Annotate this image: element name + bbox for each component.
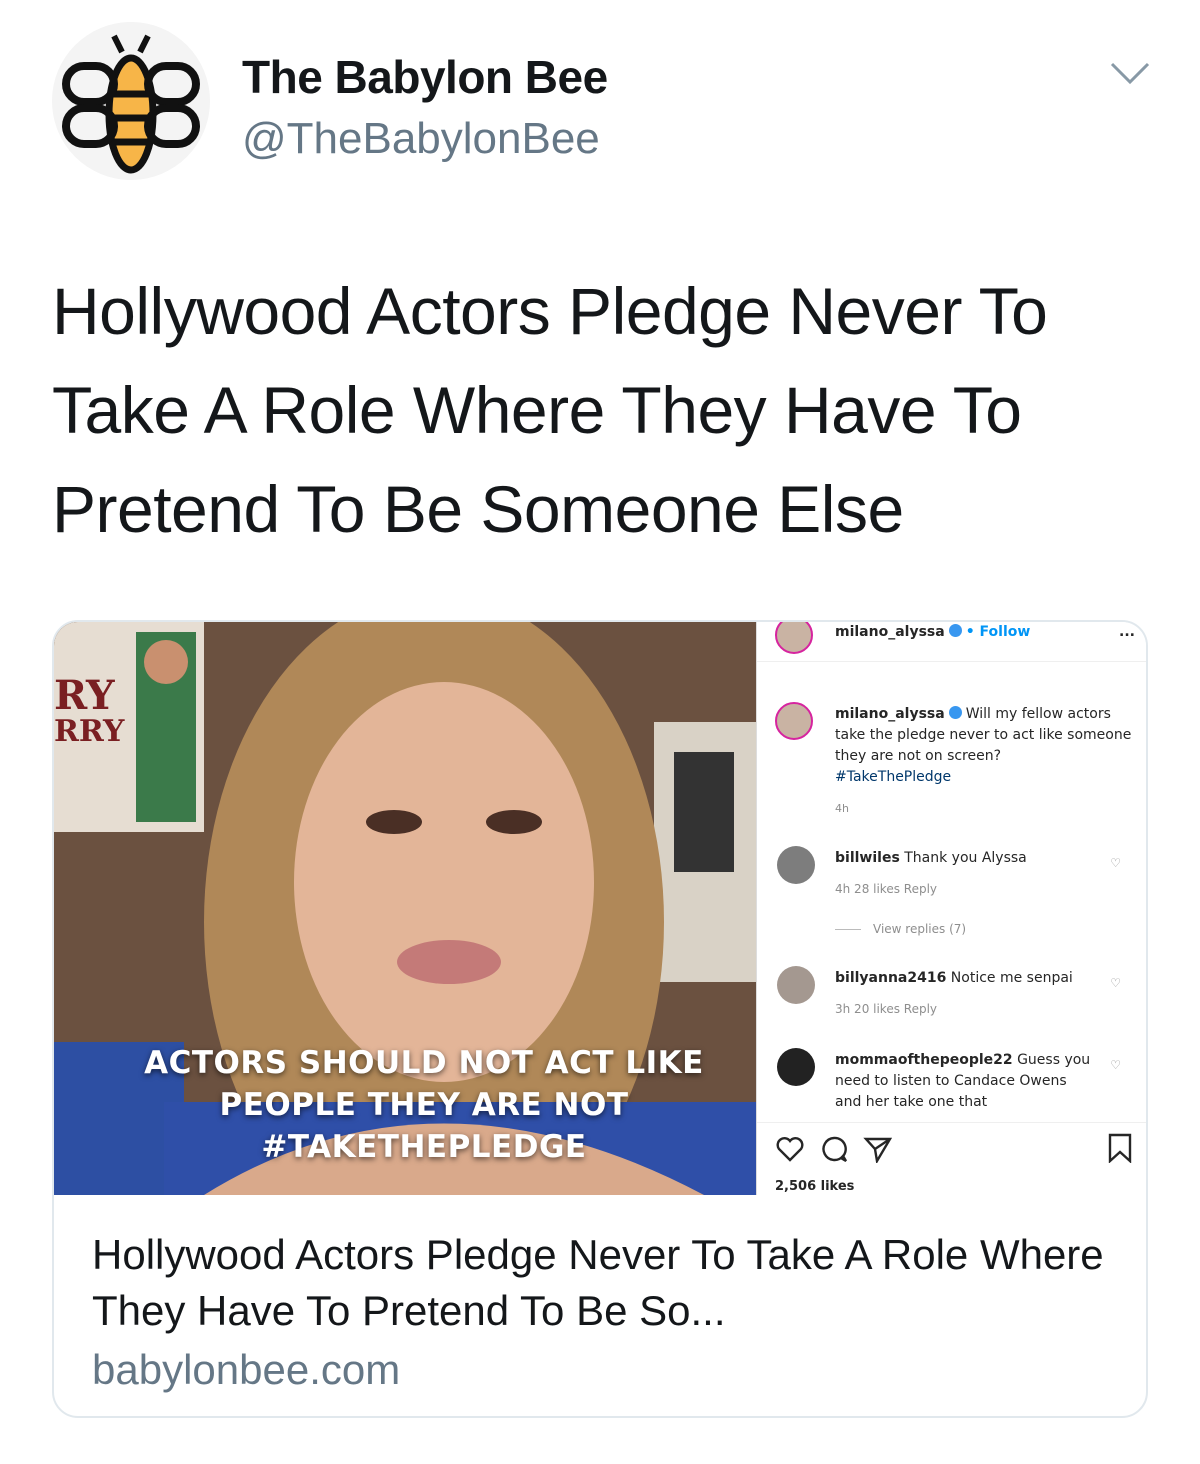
share-icon[interactable] — [863, 1135, 893, 1163]
heart-icon[interactable] — [775, 1135, 805, 1163]
comment-avatar[interactable] — [777, 846, 815, 884]
hashtag-link[interactable]: #TakeThePledge — [835, 767, 1135, 788]
avatar[interactable] — [52, 22, 210, 180]
video-caption: ACTORS SHOULD NOT ACT LIKE PEOPLE THEY A… — [144, 1045, 704, 1165]
comment-meta: 3h 20 likes Reply — [835, 1002, 938, 1016]
poster-text: RY RRY — [54, 672, 125, 750]
comment-meta: 4h 28 likes Reply — [835, 882, 938, 896]
bee-logo-icon — [52, 22, 210, 180]
likes-count[interactable]: 2,506 likes — [775, 1179, 854, 1194]
chevron-down-icon[interactable] — [1108, 58, 1152, 88]
heart-icon[interactable]: ♡ — [1110, 976, 1121, 990]
link-card[interactable]: RY RRY ACTORS SHOULD NOT ACT LIKE PEOPLE… — [52, 620, 1148, 1418]
follow-button[interactable]: Follow — [980, 624, 1031, 640]
ig-post-avatar[interactable] — [775, 702, 813, 740]
display-name[interactable]: The Babylon Bee — [242, 50, 608, 104]
ig-post-time: 4h — [835, 802, 849, 815]
ig-actions-bar: 2,506 likes — [757, 1122, 1146, 1195]
comment-avatar[interactable] — [777, 1048, 815, 1086]
card-title[interactable]: Hollywood Actors Pledge Never To Take A … — [92, 1227, 1112, 1339]
tweet-header: The Babylon Bee @TheBabylonBee — [52, 22, 1152, 192]
view-replies[interactable]: View replies (7) — [835, 922, 966, 936]
instagram-panel: milano_alyssa • Follow ... milano_alyssa W… — [756, 622, 1146, 1195]
comment-icon[interactable] — [819, 1135, 849, 1163]
comment-avatar[interactable] — [777, 966, 815, 1004]
verified-icon — [948, 624, 962, 637]
video-still: RY RRY ACTORS SHOULD NOT ACT LIKE PEOPLE… — [54, 622, 756, 1195]
verified-icon — [948, 706, 962, 719]
ig-username[interactable]: milano_alyssa — [835, 624, 945, 640]
ig-avatar[interactable] — [775, 622, 813, 654]
tweet-text: Hollywood Actors Pledge Never To Take A … — [52, 274, 1048, 546]
heart-icon[interactable]: ♡ — [1110, 856, 1121, 870]
more-options-icon[interactable]: ... — [1119, 624, 1135, 640]
card-footer[interactable]: Hollywood Actors Pledge Never To Take A … — [54, 1197, 1146, 1416]
user-handle[interactable]: @TheBabylonBee — [242, 114, 608, 164]
card-image[interactable]: RY RRY ACTORS SHOULD NOT ACT LIKE PEOPLE… — [54, 622, 1146, 1195]
bookmark-icon[interactable] — [1107, 1133, 1133, 1163]
ig-post-header: milano_alyssa • Follow ... — [757, 622, 1146, 662]
ig-post-caption: milano_alyssa Will my fellow actors take … — [835, 704, 1135, 788]
heart-icon[interactable]: ♡ — [1110, 1058, 1121, 1072]
card-domain: babylonbee.com — [92, 1346, 401, 1393]
